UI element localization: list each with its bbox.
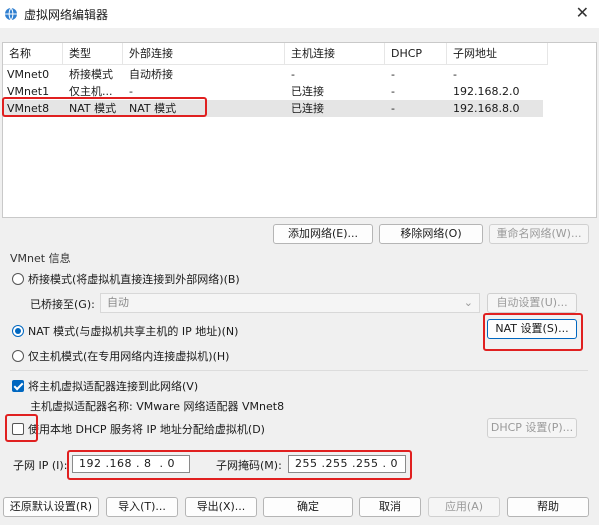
cell-type: NAT 模式 xyxy=(69,102,117,115)
bridge-mode-option[interactable]: 桥接模式(将虚拟机直接连接到外部网络)(B) xyxy=(12,271,240,287)
cell-name: VMnet0 xyxy=(7,68,50,81)
cancel-button[interactable]: 取消 xyxy=(359,497,421,517)
cell-name: VMnet1 xyxy=(7,85,50,98)
host-only-option[interactable]: 仅主机模式(在专用网络内连接虚拟机)(H) xyxy=(12,348,229,364)
adapter-name-text: 主机虚拟适配器名称: VMware 网络适配器 VMnet8 xyxy=(30,400,285,413)
cell-host: 已连接 xyxy=(291,85,324,98)
ok-button[interactable]: 确定 xyxy=(263,497,353,517)
cell-host: 已连接 xyxy=(291,102,324,115)
cell-host: - xyxy=(291,68,295,81)
connect-adapter-option[interactable]: 将主机虚拟适配器连接到此网络(V) xyxy=(12,378,198,394)
cell-external: - xyxy=(129,85,133,98)
vmnet-info-title: VMnet 信息 xyxy=(10,252,71,265)
table-row[interactable]: VMnet0 桥接模式 自动桥接 - - - xyxy=(3,66,543,83)
host-only-radio[interactable] xyxy=(12,350,24,362)
column-header-dhcp[interactable]: DHCP xyxy=(385,43,447,65)
use-dhcp-label: 使用本地 DHCP 服务将 IP 地址分配给虚拟机(D) xyxy=(28,423,265,436)
subnet-mask-input[interactable]: 255 .255 .255 . 0 xyxy=(288,455,406,473)
divider xyxy=(10,370,588,371)
dhcp-settings-button[interactable]: DHCP 设置(P)... xyxy=(487,418,577,438)
table-row-selected[interactable]: VMnet8 NAT 模式 NAT 模式 已连接 - 192.168.8.0 xyxy=(3,100,543,117)
cell-dhcp: - xyxy=(391,85,395,98)
cell-type: 仅主机... xyxy=(69,85,113,98)
nat-settings-button[interactable]: NAT 设置(S)... xyxy=(487,319,577,339)
apply-button[interactable]: 应用(A) xyxy=(428,497,500,517)
cell-external: 自动桥接 xyxy=(129,68,173,81)
use-dhcp-checkbox[interactable] xyxy=(12,423,24,435)
chevron-down-icon: ⌄ xyxy=(463,296,473,309)
nat-mode-radio[interactable] xyxy=(12,325,24,337)
column-header-host[interactable]: 主机连接 xyxy=(285,43,385,65)
title-bar: 虚拟网络编辑器 ✕ xyxy=(0,0,599,28)
bridge-mode-radio[interactable] xyxy=(12,273,24,285)
subnet-mask-label: 子网掩码(M): xyxy=(216,459,282,472)
cell-subnet: 192.168.8.0 xyxy=(453,102,520,115)
nat-mode-option[interactable]: NAT 模式(与虚拟机共享主机的 IP 地址)(N) xyxy=(12,323,238,339)
network-globe-icon xyxy=(5,7,17,21)
connect-adapter-label: 将主机虚拟适配器连接到此网络(V) xyxy=(28,380,199,393)
column-header-external[interactable]: 外部连接 xyxy=(123,43,285,65)
cell-dhcp: - xyxy=(391,68,395,81)
subnet-ip-label: 子网 IP (I): xyxy=(13,459,68,472)
rename-network-button[interactable]: 重命名网络(W)... xyxy=(489,224,589,244)
help-button[interactable]: 帮助 xyxy=(507,497,589,517)
host-only-label: 仅主机模式(在专用网络内连接虚拟机)(H) xyxy=(28,350,230,363)
bridged-to-value: 自动 xyxy=(107,296,129,309)
network-table[interactable]: 名称 类型 外部连接 主机连接 DHCP 子网地址 VMnet0 桥接模式 自动… xyxy=(2,42,597,218)
subnet-ip-input[interactable]: 192 .168 . 8 . 0 xyxy=(72,455,190,473)
cell-subnet: 192.168.2.0 xyxy=(453,85,520,98)
nat-mode-label: NAT 模式(与虚拟机共享主机的 IP 地址)(N) xyxy=(28,325,239,338)
bridged-to-select[interactable]: 自动 ⌄ xyxy=(100,293,480,313)
connect-adapter-checkbox[interactable] xyxy=(12,380,24,392)
export-button[interactable]: 导出(X)... xyxy=(185,497,257,517)
add-network-button[interactable]: 添加网络(E)... xyxy=(273,224,373,244)
table-row[interactable]: VMnet1 仅主机... - 已连接 - 192.168.2.0 xyxy=(3,83,543,100)
bridge-mode-label: 桥接模式(将虚拟机直接连接到外部网络)(B) xyxy=(28,273,240,286)
close-icon[interactable]: ✕ xyxy=(576,3,589,22)
cell-dhcp: - xyxy=(391,102,395,115)
window-title: 虚拟网络编辑器 xyxy=(24,8,109,22)
column-header-name[interactable]: 名称 xyxy=(3,43,63,65)
cell-external: NAT 模式 xyxy=(129,102,177,115)
cell-name: VMnet8 xyxy=(7,102,50,115)
column-header-subnet[interactable]: 子网地址 xyxy=(447,43,548,65)
cell-type: 桥接模式 xyxy=(69,68,113,81)
remove-network-button[interactable]: 移除网络(O) xyxy=(379,224,483,244)
column-header-type[interactable]: 类型 xyxy=(63,43,123,65)
use-dhcp-option[interactable]: 使用本地 DHCP 服务将 IP 地址分配给虚拟机(D) xyxy=(12,421,265,437)
bridged-to-label: 已桥接至(G): xyxy=(30,298,95,311)
cell-subnet: - xyxy=(453,68,457,81)
restore-defaults-button[interactable]: 还原默认设置(R) xyxy=(3,497,99,517)
import-button[interactable]: 导入(T)... xyxy=(106,497,178,517)
table-header: 名称 类型 外部连接 主机连接 DHCP 子网地址 xyxy=(3,43,548,65)
auto-settings-button[interactable]: 自动设置(U)... xyxy=(487,293,577,313)
